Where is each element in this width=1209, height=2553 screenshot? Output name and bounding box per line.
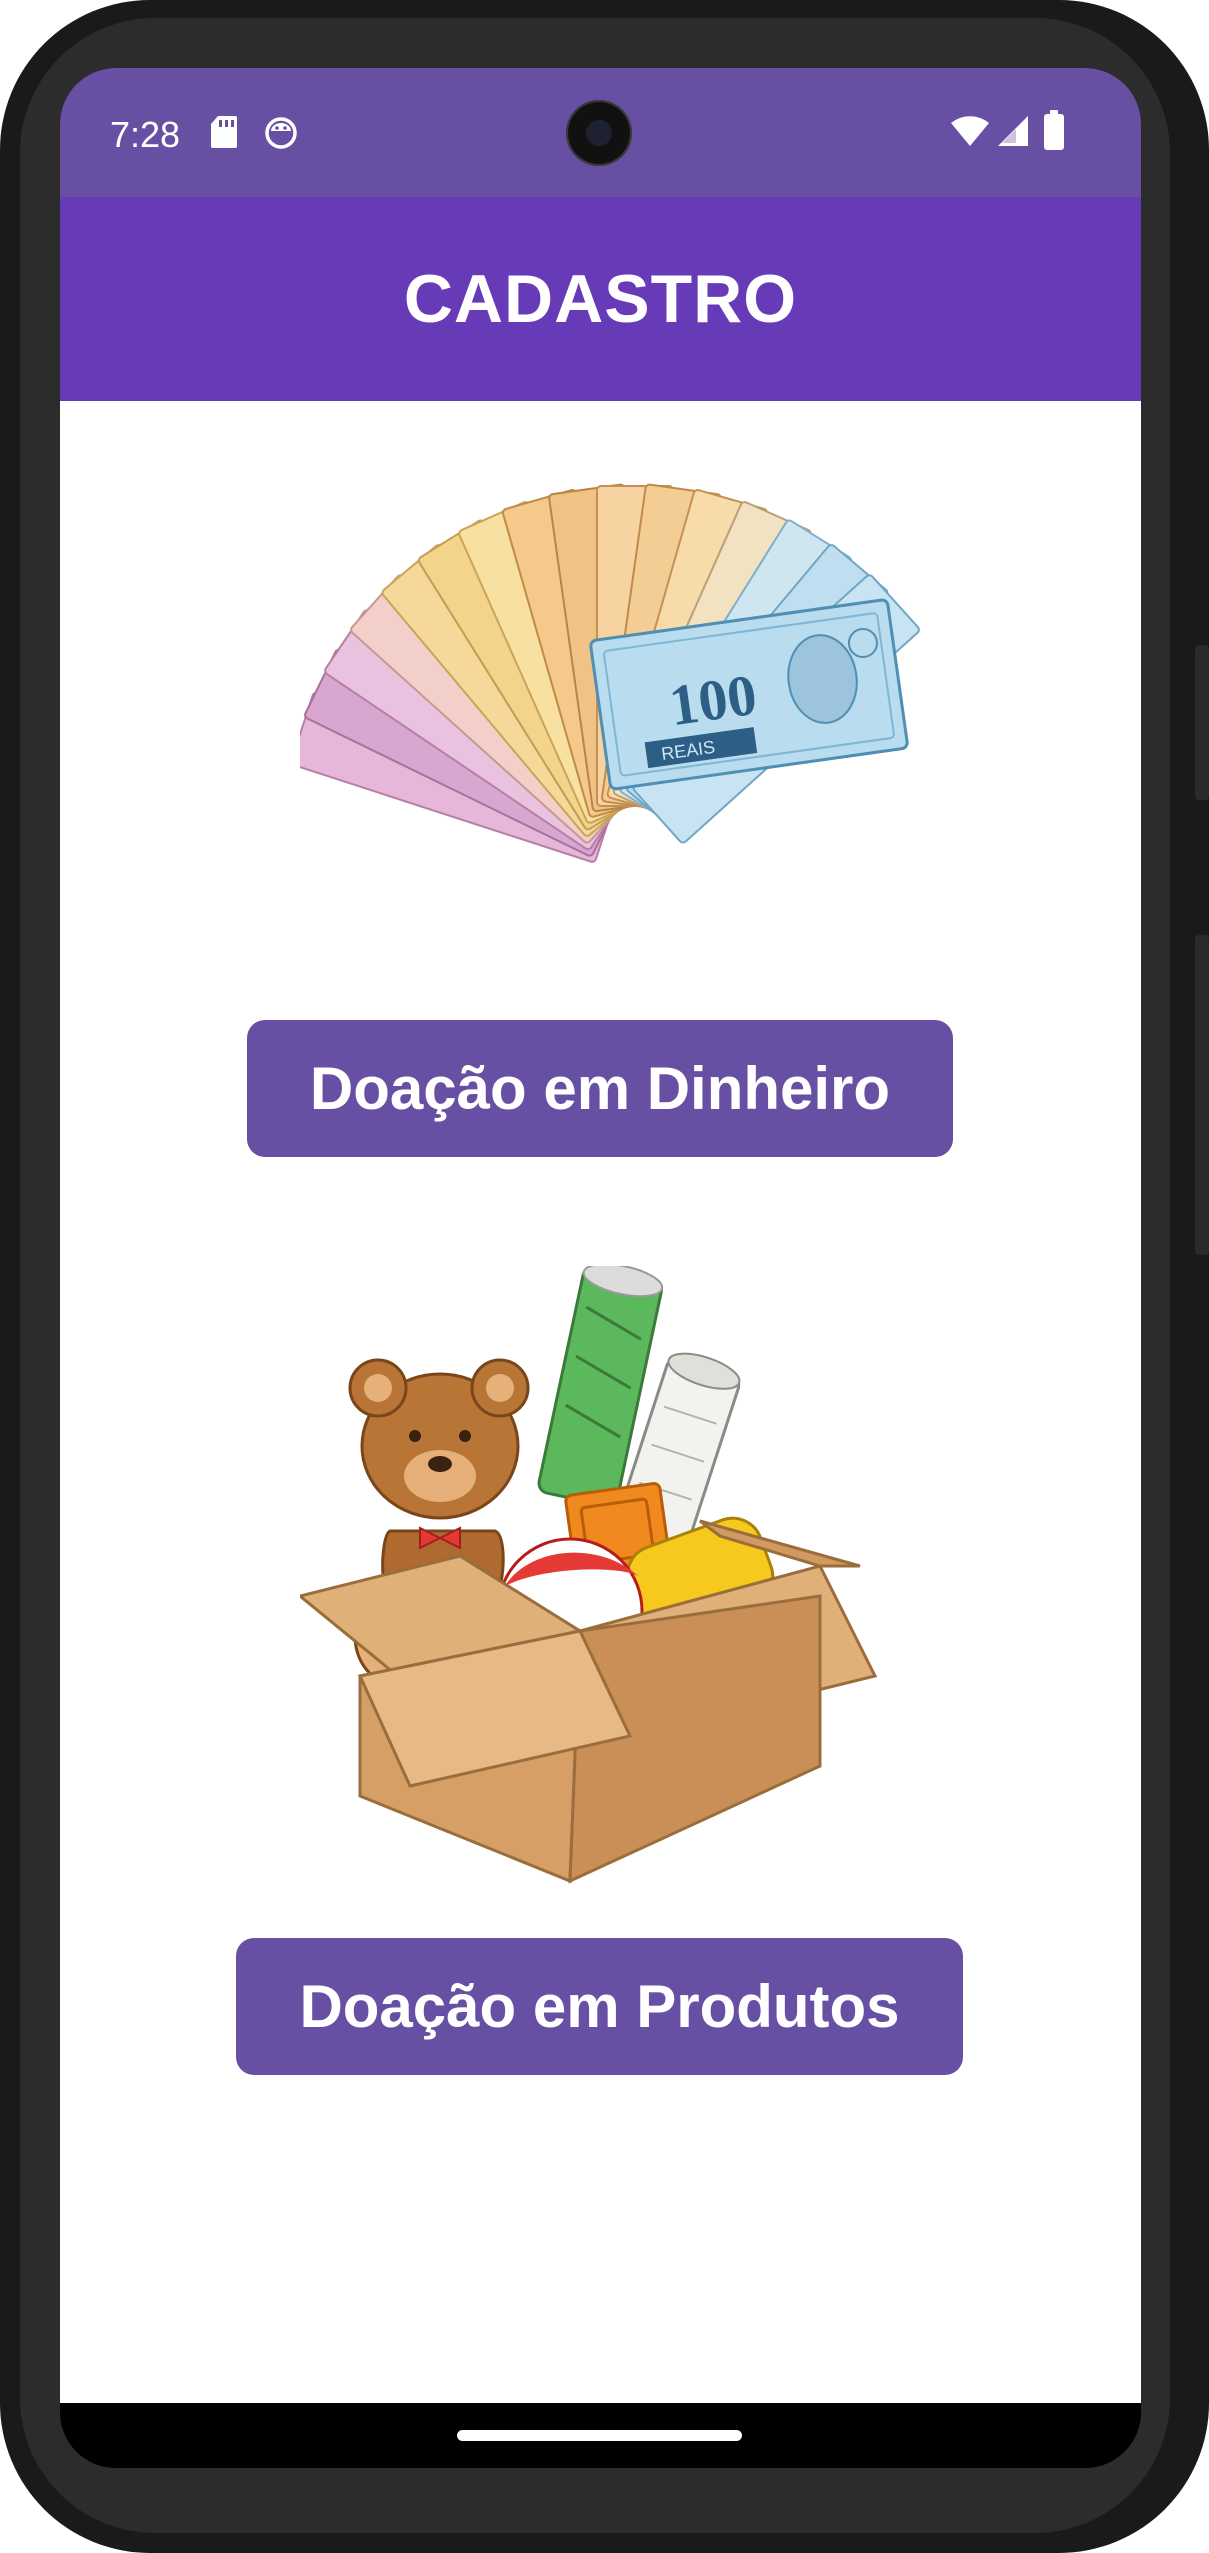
- page-title: CADASTRO: [403, 261, 798, 337]
- donate-money-button[interactable]: Doação em Dinheiro: [247, 1020, 953, 1157]
- home-gesture-handle[interactable]: [457, 2430, 742, 2441]
- status-time: 7:28: [110, 114, 181, 155]
- cellular-signal-icon: [998, 116, 1028, 146]
- toy-box-illustration: [300, 1266, 878, 1884]
- status-bar: 7:28: [60, 68, 1141, 197]
- donate-products-button[interactable]: Doação em Produtos: [236, 1938, 963, 2075]
- power-button: [1195, 645, 1209, 800]
- device-screen: 7:28 CADASTRO 100 REAIS Doação em Dinhei…: [60, 68, 1141, 2468]
- money-fan-illustration: 100 REAIS: [300, 483, 920, 863]
- svg-text:100: 100: [665, 662, 760, 738]
- volume-button: [1195, 935, 1209, 1255]
- battery-icon: [1044, 110, 1064, 150]
- app-bar: CADASTRO: [60, 197, 1141, 401]
- navigation-bar: [60, 2403, 1141, 2468]
- front-camera: [566, 100, 632, 166]
- android-debug-icon: [265, 117, 297, 149]
- main-content: 100 REAIS Doação em Dinheiro Doação em P…: [60, 401, 1141, 2403]
- sd-card-icon: [211, 116, 237, 148]
- wifi-icon: [951, 116, 989, 146]
